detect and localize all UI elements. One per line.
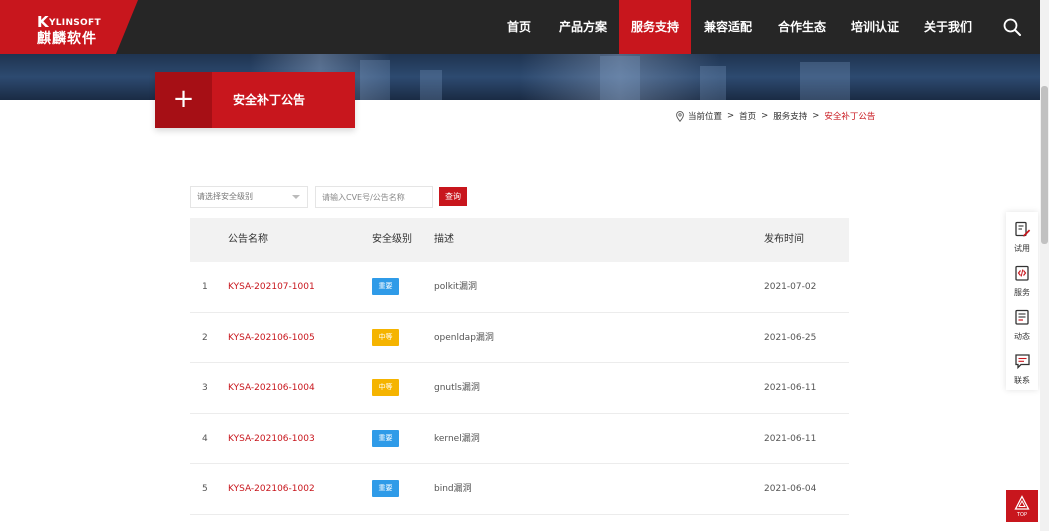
section-title-block: + 安全补丁公告 bbox=[155, 72, 355, 128]
banner-building bbox=[700, 66, 726, 100]
nav-item-products[interactable]: 产品方案 bbox=[556, 0, 610, 54]
row-index: 3 bbox=[202, 383, 208, 394]
row-index: 2 bbox=[202, 332, 208, 343]
table-row: 1 KYSA-202107-1001 重要 polkit漏洞 2021-07-0… bbox=[190, 262, 849, 313]
breadcrumb-current: 安全补丁公告 bbox=[824, 112, 876, 122]
level-badge: 重要 bbox=[372, 480, 399, 498]
row-date: 2021-06-11 bbox=[764, 383, 817, 394]
header-date: 发布时间 bbox=[764, 234, 804, 245]
nav-item-ecosystem[interactable]: 合作生态 bbox=[775, 0, 829, 54]
breadcrumb-home[interactable]: 首页 bbox=[739, 110, 756, 122]
row-description: bind漏洞 bbox=[434, 484, 472, 495]
nav-item-about[interactable]: 关于我们 bbox=[921, 0, 975, 54]
security-level-select[interactable]: 请选择安全级别 bbox=[190, 186, 308, 208]
service-icon bbox=[1015, 265, 1029, 281]
breadcrumb-separator: > bbox=[761, 111, 769, 121]
location-pin-icon bbox=[676, 110, 684, 122]
page-title: 安全补丁公告 bbox=[233, 93, 306, 107]
level-badge: 重要 bbox=[372, 429, 399, 447]
scrollbar-thumb[interactable] bbox=[1041, 86, 1048, 244]
row-description: kernel漏洞 bbox=[434, 433, 480, 444]
trial-icon bbox=[1015, 221, 1031, 237]
side-item-label: 服务 bbox=[1014, 288, 1030, 297]
nav-item-compatibility[interactable]: 兼容适配 bbox=[701, 0, 755, 54]
query-button[interactable]: 查询 bbox=[439, 187, 467, 206]
table-row: 3 KYSA-202106-1004 中等 gnutls漏洞 2021-06-1… bbox=[190, 363, 849, 414]
cve-search-input[interactable] bbox=[315, 186, 433, 208]
back-to-top-label: TOP bbox=[1016, 512, 1027, 518]
row-index: 5 bbox=[202, 484, 208, 495]
table-row: 5 KYSA-202106-1002 重要 bind漏洞 2021-06-04 bbox=[190, 464, 849, 515]
nav-item-service-support[interactable]: 服务支持 bbox=[619, 0, 691, 54]
level-badge: 重要 bbox=[372, 278, 399, 295]
row-index: 4 bbox=[202, 433, 208, 444]
news-icon bbox=[1015, 309, 1029, 325]
level-badge: 中等 bbox=[372, 379, 399, 397]
banner-building bbox=[600, 56, 640, 100]
header-description: 描述 bbox=[434, 234, 454, 245]
breadcrumb: 当前位置 > 首页 > 服务支持 > 安全补丁公告 bbox=[676, 109, 875, 123]
page: KYLINSOFT 麒麟软件 首页 产品方案 服务支持 兼容适配 合作生态 培训… bbox=[0, 0, 1049, 531]
breadcrumb-separator: > bbox=[812, 111, 820, 121]
contact-icon bbox=[1015, 354, 1030, 370]
table-header: 公告名称 安全级别 描述 发布时间 bbox=[190, 218, 849, 262]
row-date: 2021-06-25 bbox=[764, 332, 817, 343]
advisory-link[interactable]: KYSA-202106-1005 bbox=[228, 313, 315, 363]
header-name: 公告名称 bbox=[228, 234, 268, 245]
chevron-down-icon bbox=[292, 195, 300, 199]
arrow-up-icon bbox=[1014, 495, 1030, 510]
row-description: gnutls漏洞 bbox=[434, 383, 480, 394]
table-row: 4 KYSA-202106-1003 重要 kernel漏洞 2021-06-1… bbox=[190, 414, 849, 465]
advisory-link[interactable]: KYSA-202106-1003 bbox=[228, 414, 315, 464]
row-date: 2021-06-11 bbox=[764, 433, 817, 444]
row-description: openldap漏洞 bbox=[434, 332, 494, 343]
advisory-link[interactable]: KYSA-202106-1002 bbox=[228, 464, 315, 514]
level-badge: 中等 bbox=[372, 328, 399, 346]
row-description: polkit漏洞 bbox=[434, 282, 477, 292]
side-item-label: 动态 bbox=[1014, 332, 1030, 341]
logo[interactable]: KYLINSOFT 麒麟软件 bbox=[0, 0, 138, 54]
advisory-table: 公告名称 安全级别 描述 发布时间 1 KYSA-202107-1001 重要 … bbox=[190, 218, 849, 515]
row-date: 2021-07-02 bbox=[764, 282, 817, 292]
banner-building bbox=[800, 62, 850, 100]
floating-toolbar: 试用 服务 动态 联系 bbox=[1006, 212, 1038, 390]
side-item-trial[interactable]: 试用 bbox=[1006, 214, 1038, 258]
breadcrumb-section[interactable]: 服务支持 bbox=[773, 110, 807, 122]
table-row: 2 KYSA-202106-1005 中等 openldap漏洞 2021-06… bbox=[190, 313, 849, 364]
side-item-contact[interactable]: 联系 bbox=[1006, 346, 1038, 390]
nav-item-training[interactable]: 培训认证 bbox=[848, 0, 902, 54]
header-level: 安全级别 bbox=[372, 234, 412, 245]
plus-icon: + bbox=[155, 72, 212, 128]
row-index: 1 bbox=[202, 282, 208, 292]
breadcrumb-prefix: 当前位置 bbox=[688, 112, 723, 122]
side-item-label: 试用 bbox=[1014, 244, 1030, 253]
side-item-news[interactable]: 动态 bbox=[1006, 302, 1038, 346]
side-item-label: 联系 bbox=[1014, 376, 1030, 385]
page-scrollbar[interactable] bbox=[1040, 0, 1049, 531]
search-icon[interactable] bbox=[1002, 17, 1022, 37]
side-item-service[interactable]: 服务 bbox=[1006, 258, 1038, 302]
banner-building bbox=[360, 60, 390, 100]
security-level-select-placeholder: 请选择安全级别 bbox=[197, 192, 253, 201]
banner-building bbox=[420, 70, 442, 100]
advisory-link[interactable]: KYSA-202107-1001 bbox=[228, 262, 315, 312]
logo-chinese: 麒麟软件 bbox=[37, 31, 97, 47]
top-navbar: KYLINSOFT 麒麟软件 首页 产品方案 服务支持 兼容适配 合作生态 培训… bbox=[0, 0, 1049, 54]
advisory-link[interactable]: KYSA-202106-1004 bbox=[228, 363, 315, 413]
breadcrumb-separator: > bbox=[727, 111, 735, 121]
row-date: 2021-06-04 bbox=[764, 484, 817, 495]
back-to-top-button[interactable]: TOP bbox=[1006, 490, 1038, 522]
nav-item-home[interactable]: 首页 bbox=[500, 0, 538, 54]
